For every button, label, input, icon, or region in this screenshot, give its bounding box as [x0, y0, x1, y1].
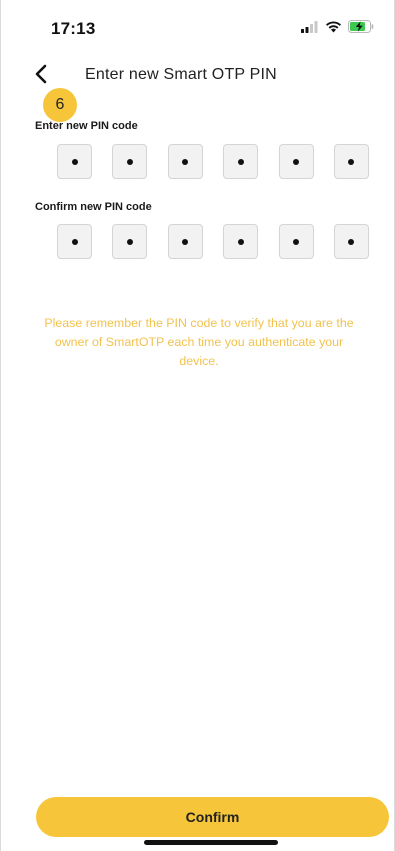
new-pin-digit-3[interactable]	[167, 144, 203, 179]
new-pin-digit-5[interactable]	[278, 144, 314, 179]
confirm-pin-input[interactable]	[57, 224, 369, 262]
new-pin-digit-1[interactable]	[57, 144, 92, 179]
home-indicator	[144, 840, 278, 845]
confirm-pin-digit-2[interactable]	[112, 224, 148, 259]
new-pin-digit-4[interactable]	[223, 144, 259, 179]
pin-dot	[293, 158, 300, 165]
battery-charging-icon	[348, 20, 374, 33]
confirm-pin-digit-1[interactable]	[57, 224, 92, 259]
wifi-icon	[325, 20, 342, 33]
page-title: Enter new Smart OTP PIN	[85, 66, 277, 83]
smart-otp-pin-screen: 17:13 Enter new Smart OTP PIN 6 Enter ne…	[0, 0, 395, 851]
pin-dot	[237, 158, 244, 165]
back-button[interactable]	[27, 60, 55, 92]
confirm-pin-digit-3[interactable]	[167, 224, 203, 259]
new-pin-digit-6[interactable]	[333, 144, 369, 179]
new-pin-digit-2[interactable]	[112, 144, 148, 179]
new-pin-input[interactable]	[57, 144, 369, 182]
pin-reminder-notice: Please remember the PIN code to verify t…	[44, 316, 354, 369]
chevron-left-icon	[34, 64, 48, 89]
pin-dot	[126, 238, 133, 245]
status-bar: 17:13	[1, 0, 394, 56]
pin-dot	[126, 158, 133, 165]
status-icons	[301, 20, 374, 33]
step-badge: 6	[43, 88, 77, 122]
confirm-pin-digit-6[interactable]	[333, 224, 369, 259]
pin-dot	[71, 158, 78, 165]
pin-dot	[348, 238, 355, 245]
confirm-pin-digit-4[interactable]	[223, 224, 259, 259]
pin-dot	[182, 158, 189, 165]
confirm-button[interactable]: Confirm	[36, 797, 389, 837]
status-time: 17:13	[51, 19, 96, 38]
pin-dot	[348, 158, 355, 165]
pin-dot	[71, 238, 78, 245]
signal-icon	[301, 20, 319, 33]
confirm-pin-digit-5[interactable]	[278, 224, 314, 259]
pin-dot	[182, 238, 189, 245]
new-pin-label: Enter new PIN code	[35, 120, 138, 132]
pin-dot	[293, 238, 300, 245]
confirm-pin-label: Confirm new PIN code	[35, 201, 152, 213]
pin-dot	[237, 238, 244, 245]
